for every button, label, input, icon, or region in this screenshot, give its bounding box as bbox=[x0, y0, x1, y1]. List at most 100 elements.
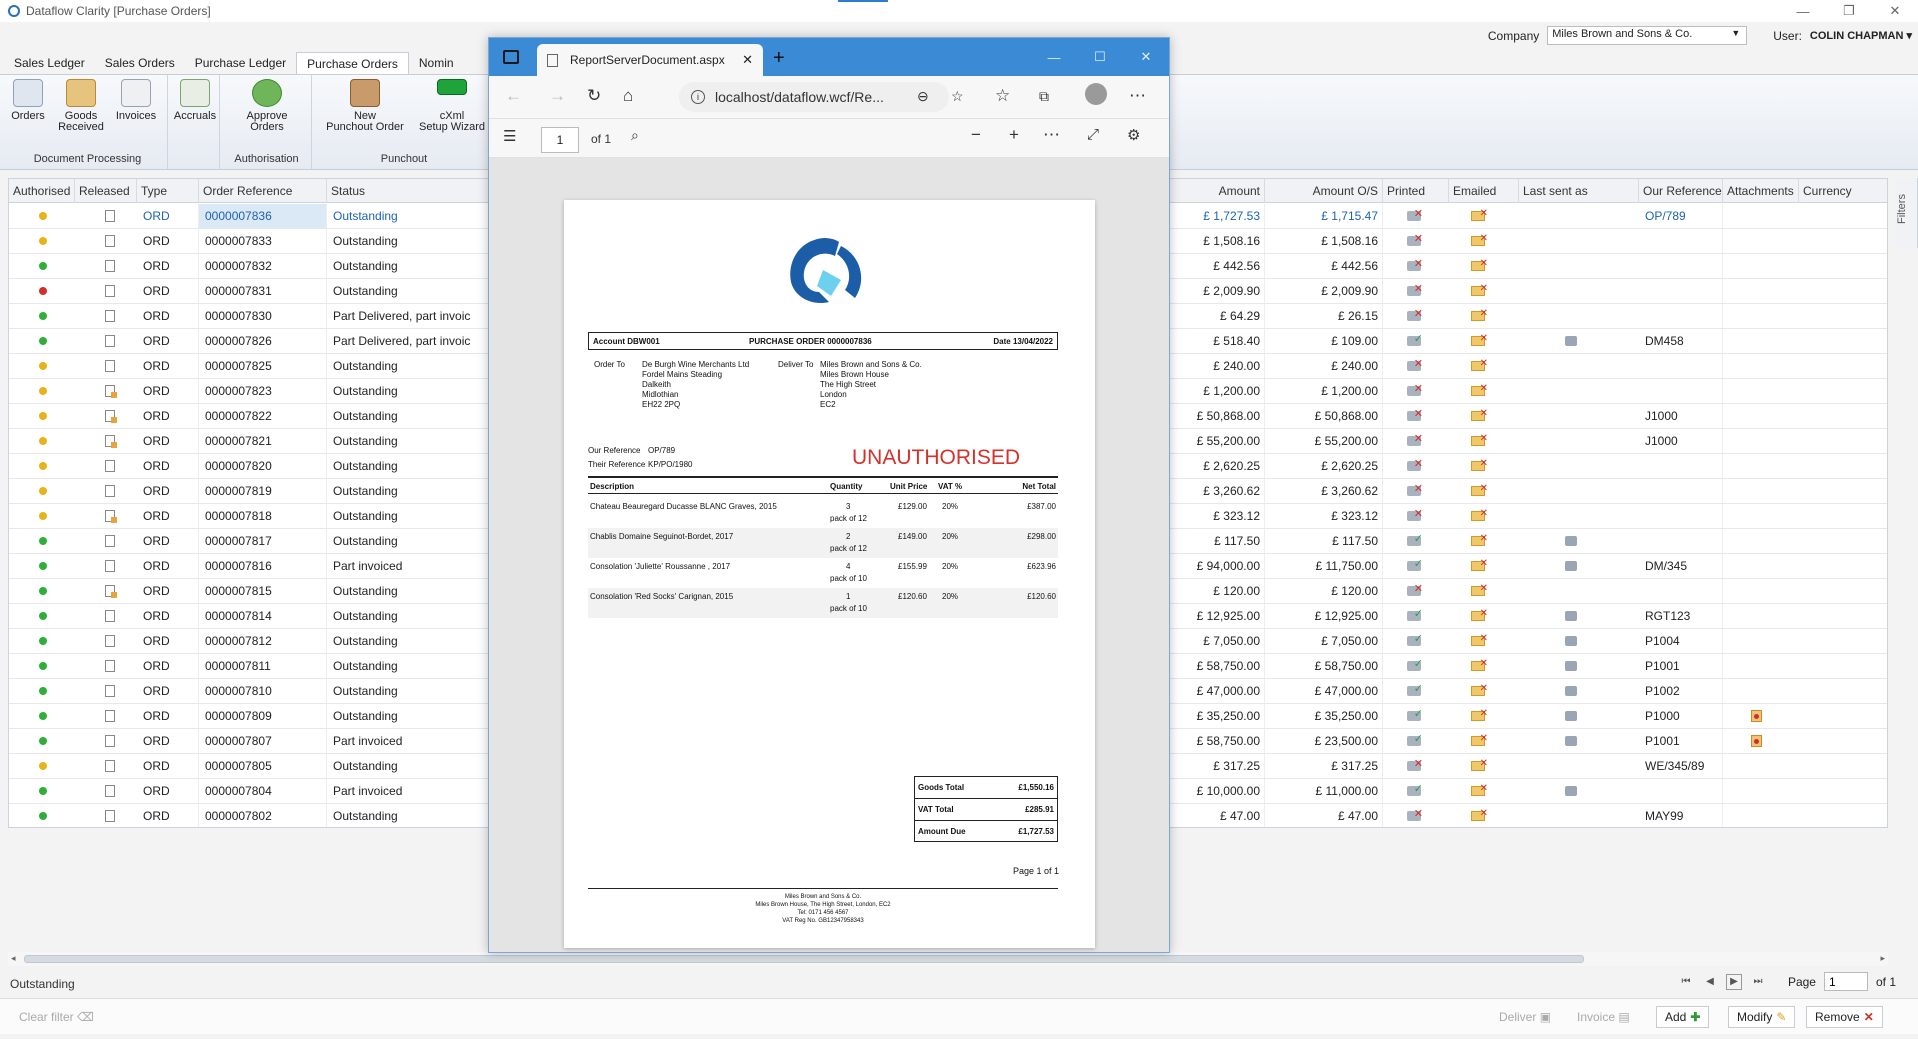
invoices-button[interactable]: Invoices bbox=[112, 79, 160, 122]
tab-sales-orders[interactable]: Sales Orders bbox=[95, 52, 185, 74]
first-page-icon[interactable]: ⏮ bbox=[1678, 974, 1694, 990]
col-currency[interactable]: Currency bbox=[1799, 179, 1887, 203]
col-our-reference[interactable]: Our Reference bbox=[1639, 179, 1723, 203]
tab-purchase-orders[interactable]: Purchase Orders bbox=[296, 52, 409, 74]
col-attachments[interactable]: Attachments bbox=[1723, 179, 1799, 203]
pdf-search-icon[interactable]: ⌕ bbox=[631, 127, 639, 144]
browser-tab[interactable]: ReportServerDocument.aspx ✕ bbox=[537, 44, 763, 76]
filters-side-tab[interactable]: Filters bbox=[1896, 178, 1918, 248]
order-ref-cell[interactable]: 0000007816 bbox=[199, 554, 327, 578]
next-page-icon[interactable]: ▶ bbox=[1725, 973, 1742, 990]
invoice-button[interactable]: Invoice ▤ bbox=[1568, 1006, 1639, 1028]
minimize-icon[interactable]: — bbox=[1780, 0, 1826, 22]
tab-close-icon[interactable]: ✕ bbox=[742, 52, 753, 68]
remove-button[interactable]: Remove ✕ bbox=[1806, 1006, 1883, 1028]
order-ref-cell[interactable]: 0000007814 bbox=[199, 604, 327, 628]
browser-minimize-icon[interactable]: — bbox=[1031, 38, 1077, 76]
company-select[interactable]: Miles Brown and Sons & Co. ▼ bbox=[1547, 26, 1748, 45]
user-menu[interactable]: COLIN CHAPMAN ▾ bbox=[1810, 29, 1912, 42]
order-ref-cell[interactable]: 0000007830 bbox=[199, 304, 327, 328]
prev-page-icon[interactable]: ◀ bbox=[1702, 974, 1718, 990]
browser-close-icon[interactable]: ✕ bbox=[1123, 38, 1169, 76]
tab-purchase-ledger[interactable]: Purchase Ledger bbox=[185, 52, 296, 74]
home-icon[interactable]: ⌂ bbox=[623, 86, 633, 106]
pdf-settings-icon[interactable]: ⚙ bbox=[1127, 126, 1140, 144]
zoom-in-icon[interactable]: + bbox=[1009, 125, 1019, 145]
close-icon[interactable]: ✕ bbox=[1872, 0, 1918, 22]
order-ref-cell[interactable]: 0000007832 bbox=[199, 254, 327, 278]
browser-maximize-icon[interactable]: ☐ bbox=[1077, 38, 1123, 76]
col-printed[interactable]: Printed bbox=[1383, 179, 1449, 203]
scrollbar-thumb[interactable] bbox=[24, 955, 1584, 963]
order-ref-cell[interactable]: 0000007822 bbox=[199, 404, 327, 428]
col-amount[interactable]: Amount bbox=[1169, 179, 1265, 203]
order-ref-cell[interactable]: 0000007817 bbox=[199, 529, 327, 553]
col-order-reference[interactable]: Order Reference bbox=[199, 179, 327, 203]
goods-received-button[interactable]: Goods Received bbox=[58, 79, 104, 133]
modify-button[interactable]: Modify ✎ bbox=[1728, 1006, 1796, 1028]
restore-icon[interactable]: ❐ bbox=[1826, 0, 1872, 22]
tab-sales-ledger[interactable]: Sales Ledger bbox=[4, 52, 95, 74]
order-ref-cell[interactable]: 0000007826 bbox=[199, 329, 327, 353]
order-ref-cell[interactable]: 0000007809 bbox=[199, 704, 327, 728]
order-ref-cell[interactable]: 0000007811 bbox=[199, 654, 327, 678]
order-ref-cell[interactable]: 0000007815 bbox=[199, 579, 327, 603]
more-options-icon[interactable]: ⋯ bbox=[1129, 86, 1146, 106]
profile-avatar[interactable] bbox=[1085, 83, 1107, 105]
clear-filter-button[interactable]: Clear filter ⌫ bbox=[10, 1006, 103, 1028]
new-punchout-order-button[interactable]: New Punchout Order bbox=[318, 79, 412, 133]
order-ref-cell[interactable]: 0000007820 bbox=[199, 454, 327, 478]
last-page-icon[interactable]: ⏭ bbox=[1750, 974, 1766, 990]
pdf-page-input[interactable]: 1 bbox=[541, 127, 579, 153]
contents-icon[interactable]: ☰ bbox=[503, 127, 516, 145]
order-ref-cell[interactable]: 0000007819 bbox=[199, 479, 327, 503]
col-authorised[interactable]: Authorised bbox=[9, 179, 75, 203]
favorite-add-icon[interactable]: ☆ bbox=[951, 88, 964, 105]
pdf-viewer[interactable]: Account DBW001 PURCHASE ORDER 0000007836… bbox=[489, 158, 1169, 952]
page-input[interactable] bbox=[1823, 972, 1868, 991]
col-type[interactable]: Type bbox=[137, 179, 199, 203]
order-ref-cell[interactable]: 0000007802 bbox=[199, 804, 327, 827]
tab-nominal[interactable]: Nomin bbox=[409, 52, 464, 74]
new-tab-icon[interactable]: + bbox=[773, 47, 785, 70]
site-info-icon[interactable]: i bbox=[691, 90, 705, 104]
col-emailed[interactable]: Emailed bbox=[1449, 179, 1519, 203]
accruals-button[interactable]: Accruals bbox=[172, 79, 218, 122]
order-ref-cell[interactable]: 0000007804 bbox=[199, 779, 327, 803]
horizontal-scrollbar[interactable]: ◂ ▸ bbox=[8, 952, 1888, 966]
attachment-icon[interactable] bbox=[1751, 710, 1762, 722]
order-ref-cell[interactable]: 0000007810 bbox=[199, 679, 327, 703]
order-ref-cell[interactable]: 0000007812 bbox=[199, 629, 327, 653]
collections-icon[interactable]: ⧉ bbox=[1039, 88, 1049, 105]
zoom-icon[interactable]: ⊖ bbox=[917, 88, 929, 105]
col-amount-os[interactable]: Amount O/S bbox=[1265, 179, 1383, 203]
favorites-icon[interactable]: ☆ bbox=[995, 86, 1010, 106]
col-released[interactable]: Released bbox=[75, 179, 137, 203]
scroll-left-icon[interactable]: ◂ bbox=[11, 953, 16, 964]
order-ref-cell[interactable]: 0000007805 bbox=[199, 754, 327, 778]
col-status[interactable]: Status bbox=[327, 179, 499, 203]
order-ref-cell[interactable]: 0000007836 bbox=[199, 204, 327, 228]
forward-icon[interactable]: → bbox=[549, 86, 566, 106]
order-ref-cell[interactable]: 0000007831 bbox=[199, 279, 327, 303]
approve-orders-button[interactable]: Approve Orders bbox=[238, 79, 296, 133]
scroll-right-icon[interactable]: ▸ bbox=[1880, 953, 1885, 964]
cxml-setup-wizard-button[interactable]: cXml Setup Wizard bbox=[414, 79, 490, 133]
deliver-button[interactable]: Deliver ▣ bbox=[1490, 1006, 1560, 1028]
fit-page-icon[interactable]: ⤢ bbox=[1087, 126, 1099, 143]
tab-actions-icon[interactable] bbox=[503, 50, 519, 64]
orders-button[interactable]: Orders bbox=[8, 79, 48, 122]
back-icon[interactable]: ← bbox=[505, 86, 522, 106]
order-ref-cell[interactable]: 0000007825 bbox=[199, 354, 327, 378]
col-last-sent-as[interactable]: Last sent as bbox=[1519, 179, 1639, 203]
order-ref-cell[interactable]: 0000007807 bbox=[199, 729, 327, 753]
refresh-icon[interactable]: ↻ bbox=[587, 86, 601, 106]
order-ref-cell[interactable]: 0000007833 bbox=[199, 229, 327, 253]
address-bar[interactable]: i localhost/dataflow.wcf/Re... bbox=[679, 82, 949, 112]
order-ref-cell[interactable]: 0000007821 bbox=[199, 429, 327, 453]
order-ref-cell[interactable]: 0000007823 bbox=[199, 379, 327, 403]
attachment-icon[interactable] bbox=[1751, 735, 1762, 747]
order-ref-cell[interactable]: 0000007818 bbox=[199, 504, 327, 528]
add-button[interactable]: Add ✚ bbox=[1656, 1006, 1710, 1028]
zoom-out-icon[interactable]: − bbox=[971, 125, 981, 145]
